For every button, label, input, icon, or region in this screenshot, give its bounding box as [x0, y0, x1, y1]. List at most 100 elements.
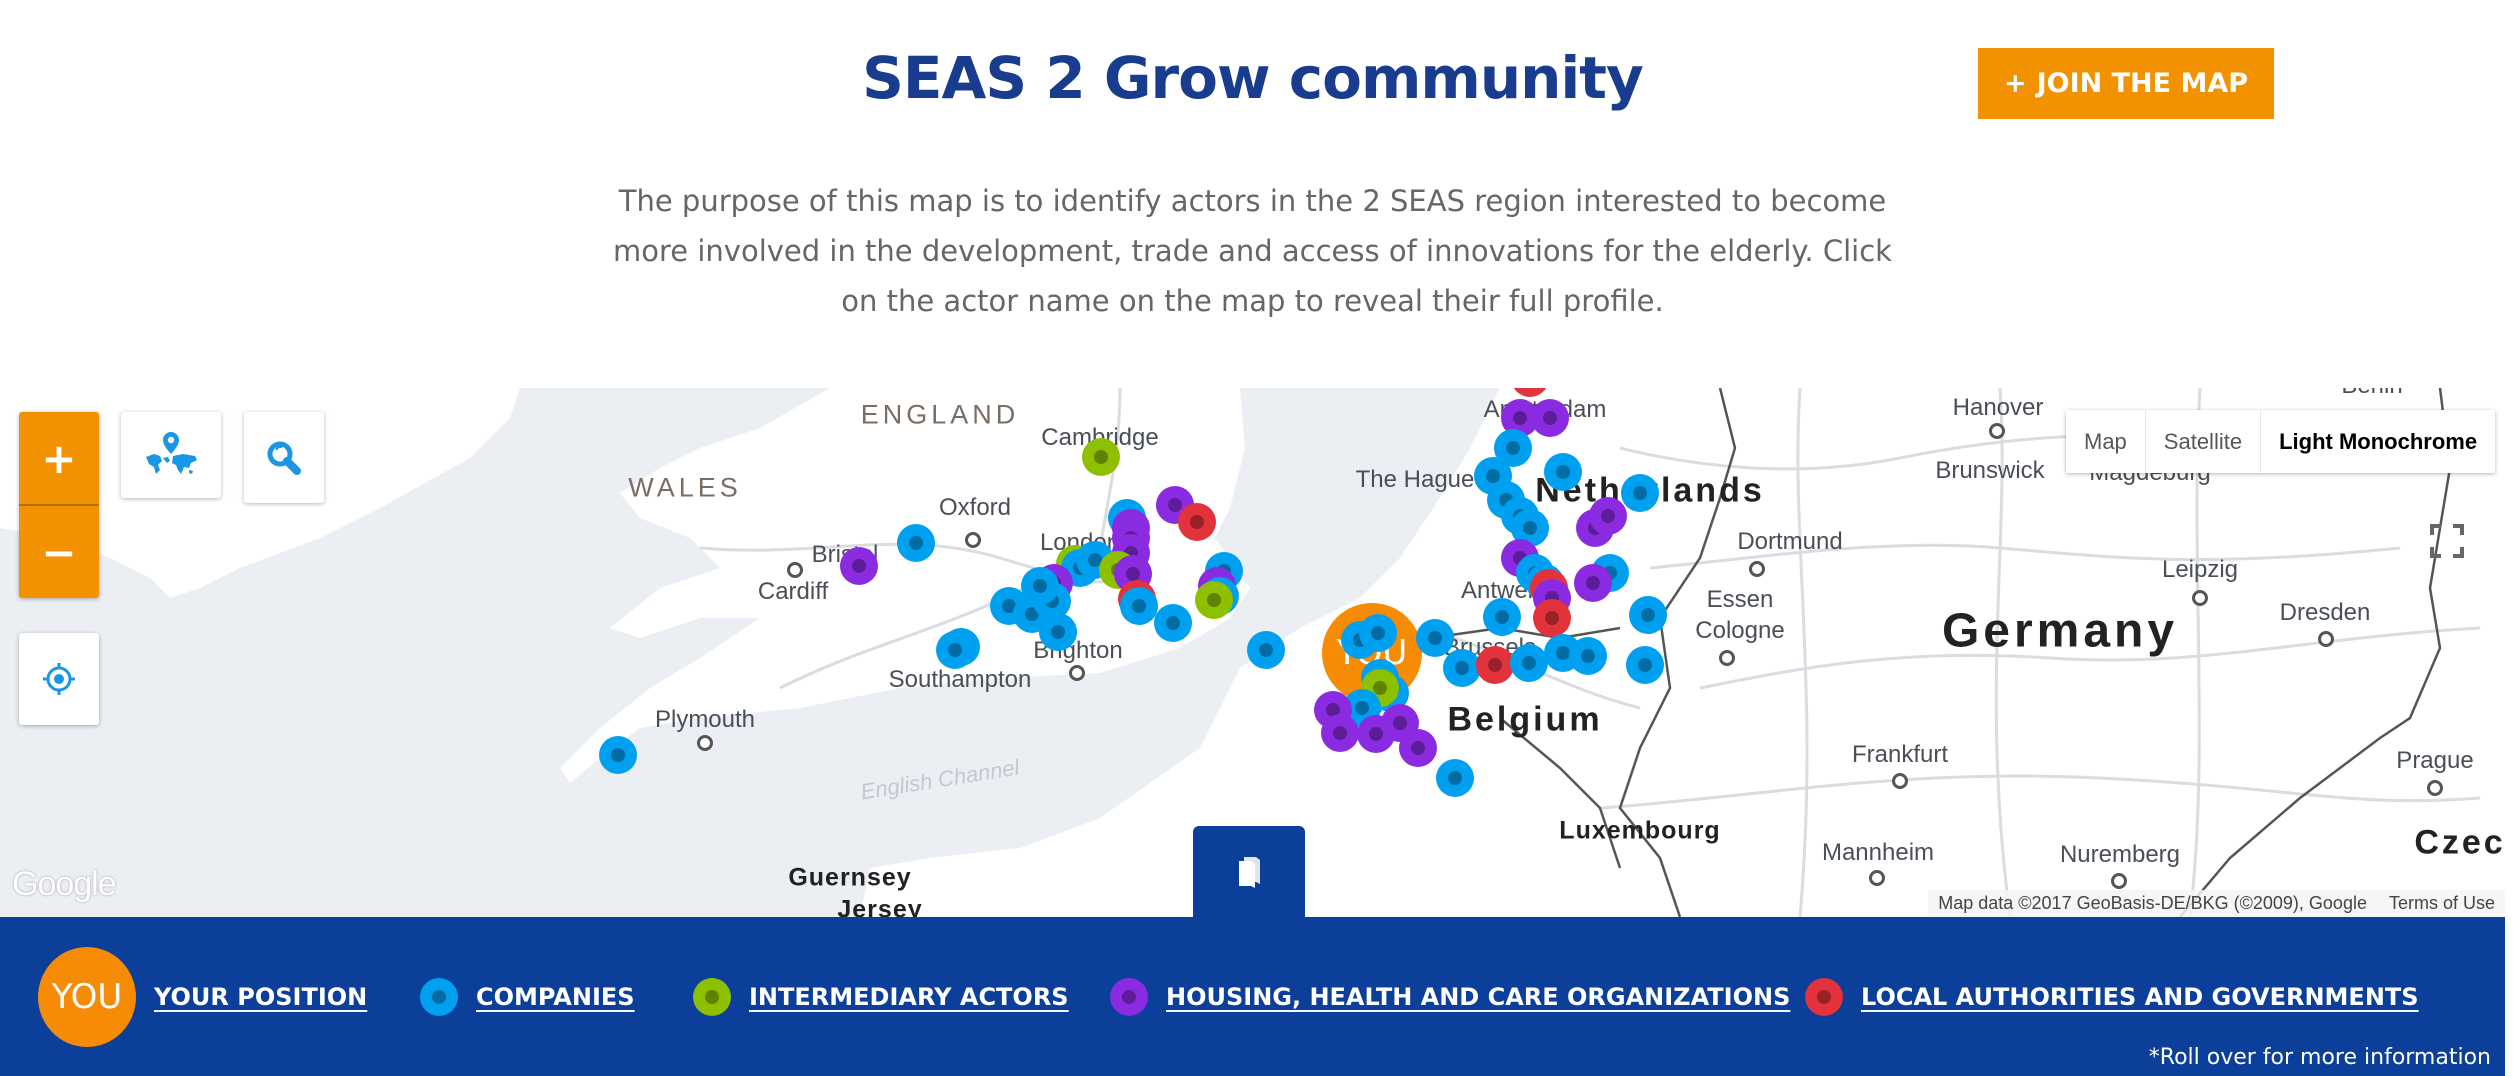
label-essen: Essen: [1706, 586, 1774, 613]
map-legend: YOU YOUR POSITION COMPANIES INTERMEDIARY…: [0, 917, 2505, 1076]
map-type-satellite[interactable]: Satellite: [2146, 410, 2262, 473]
label-belgium: Belgium: [1447, 700, 1603, 739]
book-icon: [1239, 856, 1260, 888]
world-map-pin-icon: [146, 432, 197, 474]
company-marker[interactable]: [1544, 453, 1582, 491]
company-marker[interactable]: [1120, 587, 1158, 625]
company-marker[interactable]: [1436, 759, 1474, 797]
city-dot-dresden: [2318, 631, 2334, 647]
map-canvas[interactable]: ENGLAND WALES Cambridge Oxford London Br…: [0, 388, 2505, 917]
label-leipzig: Leipzig: [2161, 556, 2239, 583]
city-dot-prague: [2427, 780, 2443, 796]
intermediary-actor-marker[interactable]: [1195, 581, 1233, 619]
company-marker[interactable]: [1510, 644, 1548, 682]
world-view-button[interactable]: [121, 412, 221, 498]
label-wales: WALES: [628, 472, 742, 503]
legend-label[interactable]: HOUSING, HEALTH AND CARE ORGANIZATIONS: [1166, 983, 1790, 1011]
housing-health-care-marker[interactable]: [1399, 729, 1437, 767]
map-type-map[interactable]: Map: [2066, 410, 2146, 473]
legend-label[interactable]: LOCAL AUTHORITIES AND GOVERNMENTS: [1861, 983, 2419, 1011]
local-authority-marker[interactable]: [1476, 646, 1514, 684]
join-the-map-button[interactable]: + JOIN THE MAP: [1978, 48, 2274, 119]
company-marker[interactable]: [1154, 604, 1192, 642]
intermediary-actor-marker[interactable]: [1082, 438, 1120, 476]
housing-health-care-marker[interactable]: [1321, 714, 1359, 752]
label-plymouth: Plymouth: [654, 706, 756, 733]
company-marker[interactable]: [1021, 567, 1059, 605]
housing-health-care-marker[interactable]: [1531, 399, 1569, 437]
label-luxembourg: Luxembourg: [1559, 816, 1721, 845]
company-marker[interactable]: [936, 631, 974, 669]
label-dresden: Dresden: [2279, 599, 2371, 626]
local-authority-marker[interactable]: [1533, 599, 1571, 637]
crosshair-locate-icon: [43, 663, 75, 695]
map-attribution: Map data ©2017 GeoBasis-DE/BKG (©2009), …: [1928, 890, 2505, 917]
housing-health-care-marker-icon: [1110, 978, 1148, 1016]
label-germany: Germany: [1941, 604, 2179, 658]
intermediary-actors-marker-icon: [693, 978, 731, 1016]
company-marker[interactable]: [1629, 596, 1667, 634]
housing-health-care-marker[interactable]: [1574, 564, 1612, 602]
housing-health-care-marker[interactable]: [1589, 497, 1627, 535]
map-data-credit: Map data ©2017 GeoBasis-DE/BKG (©2009), …: [1938, 893, 2367, 913]
zoom-out-button[interactable]: −: [19, 506, 99, 598]
label-frankfurt: Frankfurt: [1851, 741, 1949, 768]
label-berlin: Berlin: [2341, 388, 2402, 400]
label-dortmund: Dortmund: [1737, 528, 1843, 555]
rollover-note: *Roll over for more information: [2148, 1045, 2491, 1070]
map-type-control: Map Satellite Light Monochrome: [2066, 410, 2496, 473]
city-dot-mannheim: [1869, 870, 1885, 886]
company-marker[interactable]: [599, 736, 637, 774]
company-marker[interactable]: [1626, 646, 1664, 684]
city-dot-plymouth: [697, 735, 713, 751]
label-oxford: Oxford: [938, 494, 1012, 521]
actor-list-tab-button[interactable]: [1193, 826, 1305, 917]
company-marker[interactable]: [1569, 637, 1607, 675]
label-brunswick: Brunswick: [1935, 457, 2045, 484]
label-prague: Prague: [2396, 747, 2474, 774]
map-type-light-monochrome[interactable]: Light Monochrome: [2261, 410, 2495, 473]
label-czechia: Czec: [2414, 823, 2505, 862]
company-marker[interactable]: [897, 524, 935, 562]
locate-me-button[interactable]: [19, 633, 99, 725]
company-marker[interactable]: [1247, 631, 1285, 669]
label-jersey: Jersey: [837, 895, 923, 918]
you-badge: YOU: [38, 947, 136, 1047]
local-authority-marker[interactable]: [1178, 503, 1216, 541]
label-guernsey: Guernsey: [788, 863, 912, 892]
label-nuremberg: Nuremberg: [2059, 841, 2181, 868]
legend-item-intermediary-actors[interactable]: INTERMEDIARY ACTORS: [693, 978, 1069, 1016]
local-authorities-marker-icon: [1805, 978, 1843, 1016]
join-the-map-label: JOIN THE MAP: [2036, 68, 2249, 99]
housing-health-care-marker[interactable]: [840, 547, 878, 585]
city-dot-hanover: [1989, 423, 2005, 439]
intro-paragraph: The purpose of this map is to identify a…: [0, 176, 2505, 326]
company-marker[interactable]: [1416, 619, 1454, 657]
company-marker[interactable]: [1483, 598, 1521, 636]
companies-marker-icon: [420, 978, 458, 1016]
plus-icon: +: [2003, 68, 2027, 99]
legend-item-your-position[interactable]: YOU YOUR POSITION: [38, 947, 367, 1047]
legend-item-local-authorities[interactable]: LOCAL AUTHORITIES AND GOVERNMENTS: [1805, 978, 2419, 1016]
city-dot-frankfurt: [1892, 773, 1908, 789]
magnifier-icon: [267, 441, 301, 475]
legend-label[interactable]: COMPANIES: [476, 983, 635, 1011]
company-marker[interactable]: [1359, 614, 1397, 652]
legend-item-housing-health-care[interactable]: HOUSING, HEALTH AND CARE ORGANIZATIONS: [1110, 978, 1790, 1016]
search-button[interactable]: [244, 412, 324, 503]
city-dot-brighton: [1069, 665, 1085, 681]
company-marker[interactable]: [1039, 613, 1077, 651]
terms-of-use-link[interactable]: Terms of Use: [2389, 893, 2495, 914]
legend-label[interactable]: YOUR POSITION: [154, 983, 367, 1011]
legend-item-companies[interactable]: COMPANIES: [420, 978, 635, 1016]
intro-line: more involved in the development, trade …: [613, 234, 1892, 268]
fullscreen-icon[interactable]: [2430, 524, 2464, 558]
label-mannheim: Mannheim: [1821, 839, 1935, 866]
intro-line: The purpose of this map is to identify a…: [618, 184, 1887, 218]
label-hanover: Hanover: [1952, 394, 2044, 421]
company-marker[interactable]: [1621, 474, 1659, 512]
legend-label[interactable]: INTERMEDIARY ACTORS: [749, 983, 1069, 1011]
city-dot-leipzig: [2192, 590, 2208, 606]
label-southampton: Southampton: [888, 666, 1032, 693]
zoom-in-button[interactable]: +: [19, 412, 99, 504]
